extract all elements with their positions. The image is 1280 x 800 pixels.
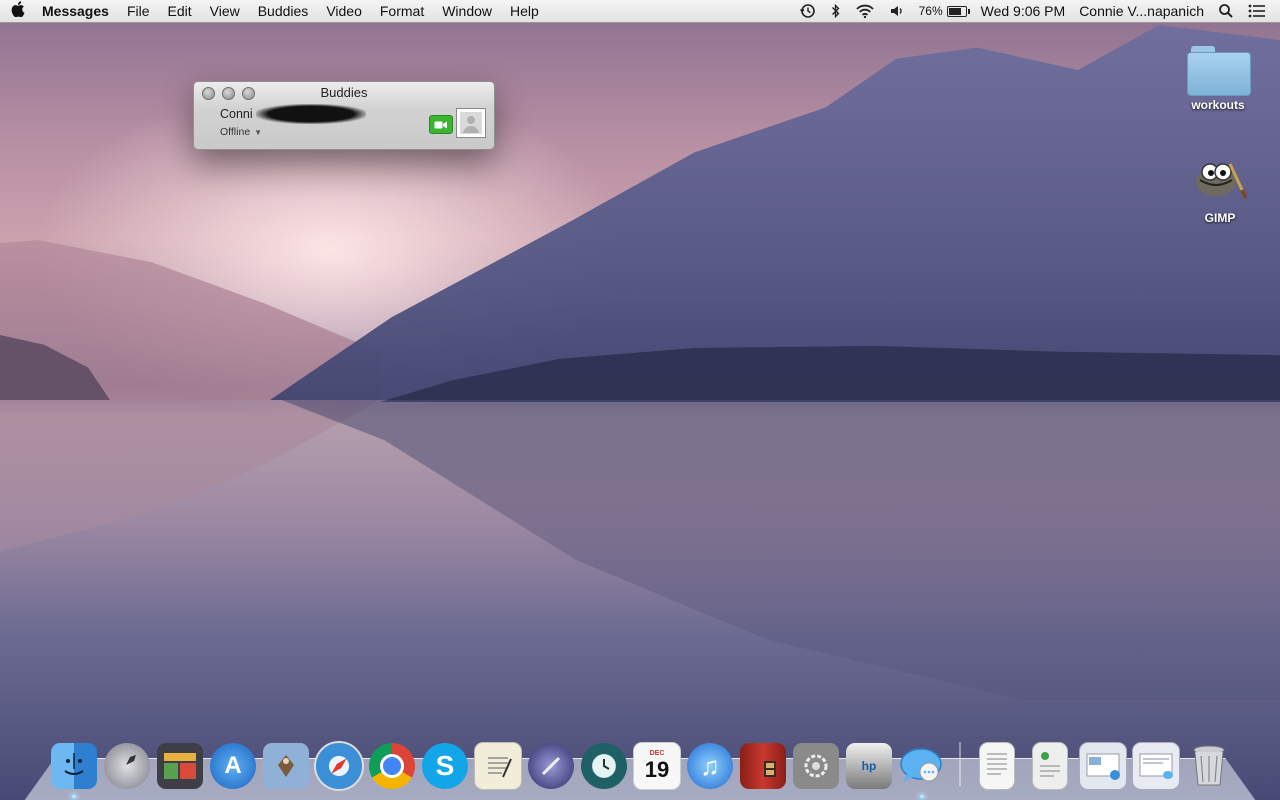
dashboard-icon xyxy=(157,743,203,789)
menu-window[interactable]: Window xyxy=(433,0,501,22)
dock-item-calendar[interactable]: DEC 19 xyxy=(631,740,683,792)
mail-icon xyxy=(263,743,309,789)
calendar-icon: DEC 19 xyxy=(633,742,681,790)
dock-item-safari[interactable] xyxy=(313,740,365,792)
menu-buddies[interactable]: Buddies xyxy=(249,0,318,22)
script-editor-icon xyxy=(528,743,574,789)
system-preferences-icon xyxy=(793,743,839,789)
menu-format[interactable]: Format xyxy=(371,0,433,22)
battery-icon xyxy=(946,5,970,17)
notification-center-icon[interactable] xyxy=(1241,4,1280,18)
battery-status[interactable]: 76% xyxy=(912,0,974,22)
bluetooth-icon[interactable] xyxy=(824,3,848,19)
launchpad-icon xyxy=(104,743,150,789)
dock-item-messages[interactable] xyxy=(896,740,948,798)
gimp-icon xyxy=(1196,163,1248,199)
buddy-name: Conni xyxy=(220,107,253,121)
textedit-icon xyxy=(474,742,522,790)
dock-separator xyxy=(959,742,961,786)
dock-item-dashboard[interactable] xyxy=(154,740,206,792)
user-silhouette-icon xyxy=(460,112,482,134)
desktop-icon-label: workouts xyxy=(1191,98,1245,112)
menu-bar-status-area: 76% Wed 9:06 PM Connie V...napanich xyxy=(792,0,1280,22)
dock-item-chrome[interactable] xyxy=(366,740,418,792)
photo-booth-icon xyxy=(740,743,786,789)
menu-view[interactable]: View xyxy=(201,0,249,22)
status-label: Offline xyxy=(220,126,251,138)
safari-icon xyxy=(314,741,364,791)
folder-icon xyxy=(1187,46,1251,96)
status-selector[interactable]: Offline ▼ xyxy=(220,126,262,138)
dock-item-skype[interactable]: S xyxy=(419,740,471,792)
dock-item-photo-booth[interactable] xyxy=(737,740,789,792)
menu-app-name[interactable]: Messages xyxy=(36,0,118,22)
desktop-icon-label: GIMP xyxy=(1204,211,1236,225)
menu-help[interactable]: Help xyxy=(501,0,548,22)
video-chat-button[interactable] xyxy=(429,115,453,134)
downloads-stack-icon xyxy=(1079,742,1127,790)
apple-logo-icon xyxy=(11,0,25,17)
chevron-down-icon: ▼ xyxy=(254,127,263,137)
menu-bar: Messages File Edit View Buddies Video Fo… xyxy=(0,0,1280,23)
dock: A S DEC 19 ♫ hp xyxy=(48,736,1236,798)
calendar-day: 19 xyxy=(644,757,670,782)
spotlight-icon[interactable] xyxy=(1211,3,1241,19)
dock-item-app-store[interactable]: A xyxy=(207,740,259,792)
menu-video[interactable]: Video xyxy=(317,0,371,22)
time-machine-icon[interactable] xyxy=(792,3,824,19)
clock[interactable]: Wed 9:06 PM xyxy=(974,0,1073,22)
time-machine-icon xyxy=(581,743,627,789)
battery-level-fill xyxy=(948,7,961,15)
window-title: Buddies xyxy=(320,85,368,100)
user-name-menu[interactable]: Connie V...napanich xyxy=(1072,0,1211,22)
avatar[interactable] xyxy=(456,108,486,138)
dock-stack-document-2[interactable] xyxy=(1024,740,1076,792)
hp-printer-icon: hp xyxy=(846,743,892,789)
dock-item-script-editor[interactable] xyxy=(525,740,577,792)
menu-file[interactable]: File xyxy=(118,0,159,22)
dock-item-textedit[interactable] xyxy=(472,740,524,792)
apple-menu-icon[interactable] xyxy=(0,0,36,22)
trash-icon xyxy=(1186,743,1232,789)
redacted-name-scribble xyxy=(256,104,366,124)
dock-stack-document-1[interactable] xyxy=(971,740,1023,792)
itunes-icon: ♫ xyxy=(687,743,733,789)
volume-icon[interactable] xyxy=(882,3,912,19)
menu-edit[interactable]: Edit xyxy=(159,0,201,22)
finder-icon xyxy=(51,743,97,789)
dock-item-mail[interactable] xyxy=(260,740,312,792)
desktop-icon-workouts[interactable]: workouts xyxy=(1173,46,1263,112)
dock-item-system-preferences[interactable] xyxy=(790,740,842,792)
desktop-icon-gimp[interactable]: GIMP xyxy=(1175,150,1265,225)
buddies-window[interactable]: Buddies Conni Offline ▼ xyxy=(193,81,495,150)
dock-item-time-machine[interactable] xyxy=(578,740,630,792)
dock-item-itunes[interactable]: ♫ xyxy=(684,740,736,792)
dock-item-hp-utility[interactable]: hp xyxy=(843,740,895,792)
dock-item-trash[interactable] xyxy=(1183,740,1235,792)
messages-icon xyxy=(899,743,945,789)
skype-icon: S xyxy=(422,743,468,789)
app-store-icon: A xyxy=(210,743,256,789)
wifi-icon[interactable] xyxy=(848,3,882,19)
battery-percent: 76% xyxy=(918,4,943,18)
screenshot-stack-icon xyxy=(1132,742,1180,790)
dock-item-finder[interactable] xyxy=(48,740,100,798)
document-stack-icon xyxy=(979,742,1015,790)
chrome-icon xyxy=(369,743,415,789)
video-camera-icon xyxy=(434,121,447,128)
dock-item-launchpad[interactable] xyxy=(101,740,153,792)
document-stack-icon xyxy=(1032,742,1068,790)
dock-stack-downloads[interactable] xyxy=(1077,740,1129,792)
dock-stack-screenshots[interactable] xyxy=(1130,740,1182,792)
